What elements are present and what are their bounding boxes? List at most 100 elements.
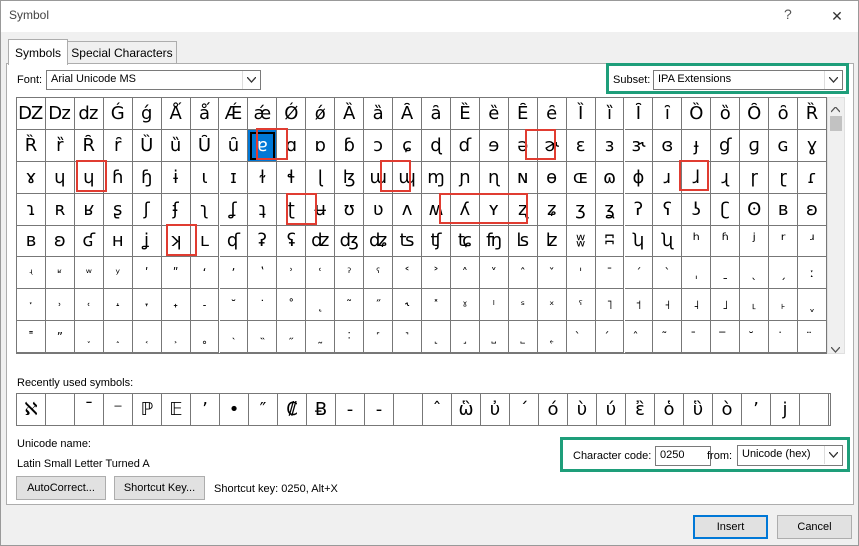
recent-symbol-cell[interactable]: ὣ: [452, 394, 481, 425]
symbol-cell[interactable]: ȓ: [103, 129, 133, 162]
symbol-cell[interactable]: ʂ: [103, 193, 133, 226]
symbol-cell[interactable]: ˋ: [653, 257, 683, 290]
symbol-cell[interactable]: ɽ: [769, 161, 799, 194]
symbol-cell[interactable]: ʺ: [161, 257, 191, 290]
symbol-cell[interactable]: ˏ: [769, 257, 799, 290]
symbol-cell[interactable]: Ǻ: [161, 98, 191, 130]
recent-symbol-cell[interactable]: ὐ: [481, 394, 510, 425]
symbol-cell[interactable]: ˘: [219, 289, 249, 322]
symbol-cell[interactable]: ȕ: [161, 129, 191, 162]
symbol-cell[interactable]: ˯: [74, 321, 104, 353]
symbol-cell[interactable]: ˎ: [740, 257, 770, 290]
symbol-cell[interactable]: ǻ: [190, 98, 220, 130]
symbol-cell[interactable]: ˣ: [537, 289, 567, 322]
scroll-thumb[interactable]: [830, 116, 842, 131]
symbol-cell[interactable]: ˌ: [682, 257, 712, 290]
recent-symbol-cell[interactable]: ˆ: [423, 394, 452, 425]
symbol-cell[interactable]: Ȑ: [17, 129, 46, 162]
symbol-cell[interactable]: Ȑ: [798, 98, 827, 130]
autocorrect-button[interactable]: AutoCorrect...: [16, 476, 106, 500]
symbol-cell[interactable]: ˿: [537, 321, 567, 353]
symbol-cell[interactable]: ˉ: [595, 257, 625, 290]
symbol-cell[interactable]: Ȉ: [566, 98, 596, 130]
symbol-cell[interactable]: ˓: [74, 289, 104, 322]
symbol-cell[interactable]: ȃ: [422, 98, 451, 130]
symbol-cell[interactable]: ̀: [566, 321, 596, 353]
symbol-cell[interactable]: ʙ: [769, 193, 799, 226]
symbol-cell[interactable]: Ȇ: [508, 98, 538, 130]
symbol-cell[interactable]: ʚ: [798, 193, 827, 226]
symbol-cell[interactable]: ʕ: [653, 193, 683, 226]
symbol-cell[interactable]: ˗: [190, 289, 220, 322]
symbol-cell[interactable]: ɗ: [450, 129, 480, 162]
recent-symbol-cell[interactable]: ⁻: [104, 394, 133, 425]
symbol-cell[interactable]: ǽ: [248, 98, 278, 130]
symbol-cell[interactable]: ɛ: [566, 129, 596, 162]
symbol-cell[interactable]: ɪ: [219, 161, 249, 194]
recent-symbol-cell[interactable]: ὓ: [684, 394, 713, 425]
symbol-cell[interactable]: ʶ: [45, 257, 75, 290]
symbol-cell[interactable]: ʧ: [422, 225, 451, 258]
symbol-cell[interactable]: ȗ: [219, 129, 249, 162]
symbol-cell[interactable]: ʋ: [364, 193, 394, 226]
cancel-button[interactable]: Cancel: [777, 515, 852, 539]
recent-symbol-cell[interactable]: ℙ: [133, 394, 162, 425]
scroll-down-icon[interactable]: [830, 342, 841, 356]
symbol-cell[interactable]: ɥ: [45, 161, 75, 194]
symbol-cell[interactable]: ʿ: [306, 257, 336, 290]
recent-symbol-cell[interactable]: [800, 394, 829, 425]
symbol-cell[interactable]: ɘ: [479, 129, 509, 162]
symbol-cell[interactable]: ʤ: [335, 225, 365, 258]
symbol-cell[interactable]: ʼ: [219, 257, 249, 290]
symbol-cell[interactable]: ˸: [335, 321, 365, 353]
symbol-cell[interactable]: ˕: [132, 289, 162, 322]
symbol-cell[interactable]: ˃: [422, 257, 451, 290]
symbol-cell[interactable]: ɹ: [653, 161, 683, 194]
symbol-cell[interactable]: ɩ: [190, 161, 220, 194]
subset-select[interactable]: IPA Extensions: [653, 70, 843, 90]
symbol-cell[interactable]: ʰ: [682, 225, 712, 258]
symbol-cell[interactable]: ˑ: [17, 289, 46, 322]
recent-symbol-cell[interactable]: ℵ: [17, 394, 46, 425]
symbol-cell[interactable]: ɤ: [17, 161, 46, 194]
symbol-cell[interactable]: ̇: [769, 321, 799, 353]
symbol-cell[interactable]: ȋ: [653, 98, 683, 130]
recent-symbol-cell[interactable]: ₡: [278, 394, 307, 425]
recent-symbol-cell[interactable]: ’: [742, 394, 771, 425]
symbol-cell[interactable]: ̃: [653, 321, 683, 353]
symbol-cell[interactable]: ɜ: [595, 129, 625, 162]
symbol-cell[interactable]: ˝: [364, 289, 394, 322]
symbol-cell[interactable]: ˪: [740, 289, 770, 322]
symbol-cell[interactable]: ɨ: [161, 161, 191, 194]
symbol-cell[interactable]: ʃ: [132, 193, 162, 226]
symbol-cell[interactable]: ˳: [190, 321, 220, 353]
symbol-cell[interactable]: ɱ: [422, 161, 451, 194]
scroll-up-icon[interactable]: [830, 102, 841, 116]
symbol-cell[interactable]: ̈: [798, 321, 827, 353]
symbol-cell[interactable]: ˀ: [335, 257, 365, 290]
recent-symbol-cell[interactable]: •: [220, 394, 249, 425]
symbol-cell[interactable]: ǵ: [132, 98, 162, 130]
symbol-cell[interactable]: ʇ: [248, 193, 278, 226]
symbol-cell[interactable]: ɼ: [740, 161, 770, 194]
symbol-cell[interactable]: ʡ: [248, 225, 278, 258]
symbol-cell[interactable]: ʨ: [450, 225, 480, 258]
symbol-cell[interactable]: ˵: [248, 321, 278, 353]
symbol-cell[interactable]: ˶: [277, 321, 307, 353]
symbol-cell[interactable]: ʒ: [566, 193, 596, 226]
symbol-cell[interactable]: ˼: [450, 321, 480, 353]
symbol-cell[interactable]: Ǿ: [277, 98, 307, 130]
symbol-cell[interactable]: ˧: [653, 289, 683, 322]
symbol-cell[interactable]: ˾: [508, 321, 538, 353]
symbol-cell[interactable]: ʫ: [537, 225, 567, 258]
symbol-cell[interactable]: ˅: [479, 257, 509, 290]
symbol-cell[interactable]: ʦ: [393, 225, 422, 258]
shortcut-key-button[interactable]: Shortcut Key...: [114, 476, 205, 500]
symbol-cell[interactable]: ˚: [277, 289, 307, 322]
symbol-cell[interactable]: ʛ: [74, 225, 104, 258]
recent-symbol-cell[interactable]: ″: [249, 394, 278, 425]
symbol-cell[interactable]: ɣ: [798, 129, 827, 162]
symbol-cell[interactable]: ˹: [364, 321, 394, 353]
symbol-cell[interactable]: ʷ: [74, 257, 104, 290]
symbol-cell[interactable]: ɮ: [335, 161, 365, 194]
